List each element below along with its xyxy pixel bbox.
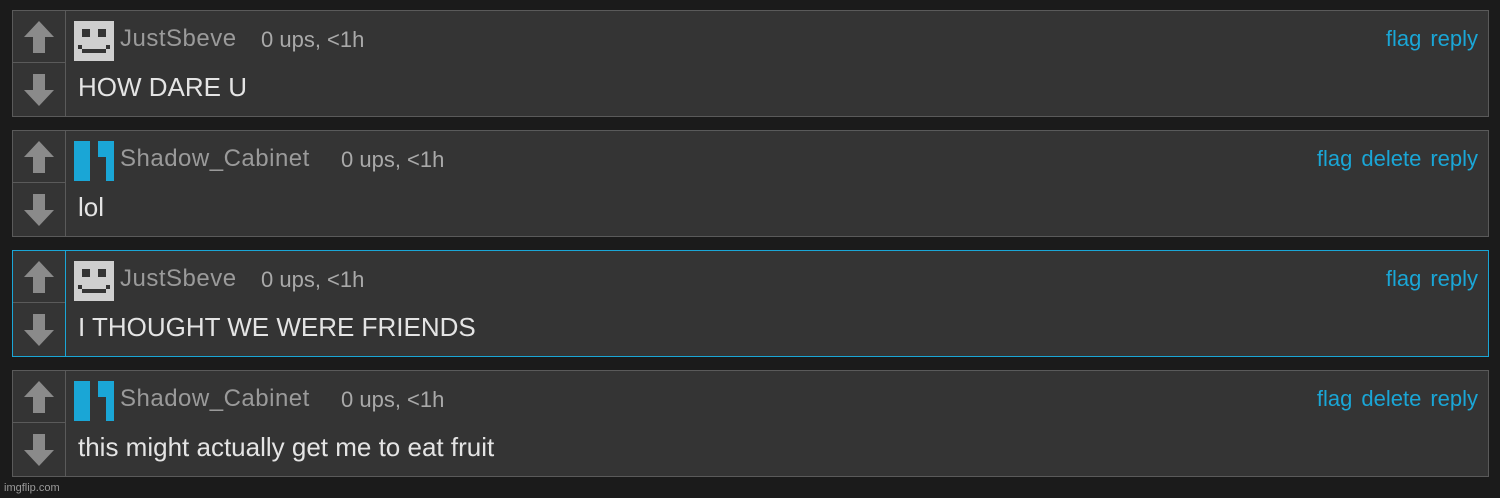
username-link[interactable]: Shadow_Cabinet — [120, 145, 310, 173]
blue-quote-avatar[interactable] — [74, 381, 114, 421]
comment-actions: flag delete reply — [1317, 386, 1478, 412]
upvote-button[interactable] — [13, 131, 65, 183]
comment-highlighted: JustSbeve 0 ups, <1h flag reply I THOUGH… — [12, 250, 1489, 357]
gray-pixel-face-avatar[interactable] — [74, 261, 114, 301]
flag-link[interactable]: flag — [1317, 146, 1352, 172]
arrow-down-icon — [24, 74, 54, 106]
comment-text: HOW DARE U — [78, 72, 247, 102]
downvote-button[interactable] — [13, 64, 65, 116]
username-link[interactable]: Shadow_Cabinet — [120, 385, 310, 413]
username-link[interactable]: JustSbeve — [120, 265, 237, 293]
imgflip-watermark: imgflip.com — [4, 482, 60, 494]
vote-column — [13, 11, 66, 116]
comment: Shadow_Cabinet 0 ups, <1h flag delete re… — [12, 370, 1489, 477]
comment-text: this might actually get me to eat fruit — [78, 432, 495, 462]
reply-link[interactable]: reply — [1430, 266, 1478, 292]
downvote-button[interactable] — [13, 304, 65, 356]
gray-pixel-face-avatar[interactable] — [74, 21, 114, 61]
downvote-button[interactable] — [13, 424, 65, 476]
comment-meta: 0 ups, <1h — [341, 147, 445, 172]
reply-link[interactable]: reply — [1430, 26, 1478, 52]
username-link[interactable]: JustSbeve — [120, 25, 237, 53]
comment-actions: flag reply — [1386, 26, 1478, 52]
comment-text: lol — [78, 192, 105, 222]
flag-link[interactable]: flag — [1317, 386, 1352, 412]
arrow-down-icon — [24, 434, 54, 466]
blue-quote-avatar[interactable] — [74, 141, 114, 181]
delete-link[interactable]: delete — [1361, 146, 1421, 172]
comment-meta: 0 ups, <1h — [261, 267, 365, 292]
arrow-up-icon — [24, 20, 54, 53]
vote-column — [13, 131, 66, 236]
upvote-button[interactable] — [13, 371, 65, 423]
vote-column — [13, 251, 66, 356]
arrow-down-icon — [24, 314, 54, 346]
comment-actions: flag delete reply — [1317, 146, 1478, 172]
arrow-up-icon — [24, 140, 54, 173]
comment-meta: 0 ups, <1h — [341, 387, 445, 412]
arrow-down-icon — [24, 194, 54, 226]
flag-link[interactable]: flag — [1386, 26, 1421, 52]
vote-column — [13, 371, 66, 476]
arrow-up-icon — [24, 380, 54, 413]
delete-link[interactable]: delete — [1361, 386, 1421, 412]
upvote-button[interactable] — [13, 251, 65, 303]
reply-link[interactable]: reply — [1430, 386, 1478, 412]
comment-thread: JustSbeve 0 ups, <1h flag reply HOW DARE… — [0, 0, 1500, 498]
downvote-button[interactable] — [13, 184, 65, 236]
flag-link[interactable]: flag — [1386, 266, 1421, 292]
reply-link[interactable]: reply — [1430, 146, 1478, 172]
comment: JustSbeve 0 ups, <1h flag reply HOW DARE… — [12, 10, 1489, 117]
comment-meta: 0 ups, <1h — [261, 27, 365, 52]
arrow-up-icon — [24, 260, 54, 293]
comment-text: I THOUGHT WE WERE FRIENDS — [78, 312, 476, 342]
comment: Shadow_Cabinet 0 ups, <1h flag delete re… — [12, 130, 1489, 237]
comment-actions: flag reply — [1386, 266, 1478, 292]
upvote-button[interactable] — [13, 11, 65, 63]
